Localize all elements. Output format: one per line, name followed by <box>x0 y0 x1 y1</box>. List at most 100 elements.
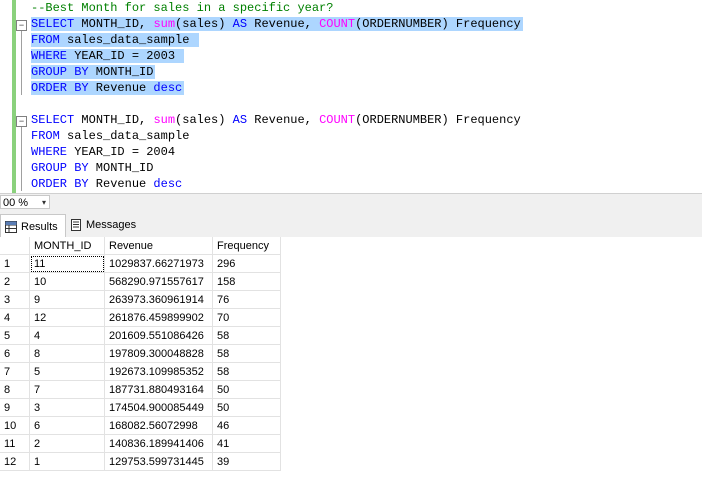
code-token: SELECT <box>31 17 75 31</box>
chevron-down-icon[interactable]: ▾ <box>42 196 46 210</box>
table-cell[interactable]: 46 <box>213 417 281 435</box>
code-token: COUNT <box>319 17 356 31</box>
table-cell[interactable]: 11 <box>30 255 105 273</box>
code-line[interactable]: FROM sales_data_sample <box>31 128 189 144</box>
tab-messages-label: Messages <box>86 219 137 231</box>
row-number[interactable]: 9 <box>0 399 30 417</box>
query-editor[interactable]: --Best Month for sales in a specific yea… <box>0 0 702 193</box>
table-cell[interactable]: 10 <box>30 273 105 291</box>
code-token: Revenue, <box>247 113 320 127</box>
row-number[interactable]: 4 <box>0 309 30 327</box>
table-row[interactable]: 8 7 187731.880493164 50 <box>0 381 281 399</box>
table-cell[interactable]: 2 <box>30 435 105 453</box>
code-line[interactable]: ORDER BY Revenue desc <box>31 176 182 192</box>
code-token: YEAR_ID = 2003 <box>67 49 183 63</box>
table-row[interactable]: 5 4 201609.551086426 58 <box>0 327 281 345</box>
selected-code: SELECT MONTH_ID, sum(sales) AS Revenue, … <box>31 17 523 31</box>
table-cell[interactable]: 39 <box>213 453 281 471</box>
table-cell[interactable]: 192673.109985352 <box>105 363 213 381</box>
code-token: ORDER BY <box>31 177 89 191</box>
row-number[interactable]: 12 <box>0 453 30 471</box>
code-line[interactable]: SELECT MONTH_ID, sum(sales) AS Revenue, … <box>31 16 523 32</box>
code-token: GROUP BY <box>31 65 89 79</box>
code-line[interactable]: SELECT MONTH_ID, sum(sales) AS Revenue, … <box>31 112 521 128</box>
code-line[interactable]: --Best Month for sales in a specific yea… <box>31 0 333 16</box>
code-line[interactable]: GROUP BY MONTH_ID <box>31 64 156 80</box>
table-cell[interactable]: 50 <box>213 381 281 399</box>
table-row[interactable]: 11 2 140836.189941406 41 <box>0 435 281 453</box>
table-cell[interactable]: 296 <box>213 255 281 273</box>
table-cell[interactable]: 263973.360961914 <box>105 291 213 309</box>
table-cell[interactable]: 41 <box>213 435 281 453</box>
tab-messages[interactable]: Messages <box>66 214 143 236</box>
table-cell[interactable]: 8 <box>30 345 105 363</box>
table-cell[interactable]: 568290.971557617 <box>105 273 213 291</box>
selected-code: WHERE YEAR_ID = 2003 <box>31 49 185 63</box>
row-number[interactable]: 7 <box>0 363 30 381</box>
column-header[interactable]: Revenue <box>105 237 213 255</box>
table-row[interactable]: 4 12 261876.459899902 70 <box>0 309 281 327</box>
code-line[interactable]: WHERE YEAR_ID = 2003 <box>31 48 185 64</box>
grid-header: MONTH_ID Revenue Frequency <box>0 237 281 255</box>
table-row[interactable]: 12 1 129753.599731445 39 <box>0 453 281 471</box>
code-token: GROUP BY <box>31 161 89 175</box>
code-token: YEAR_ID = 2004 <box>67 145 176 159</box>
table-cell[interactable]: 9 <box>30 291 105 309</box>
table-row[interactable]: 6 8 197809.300048828 58 <box>0 345 281 363</box>
column-header[interactable]: Frequency <box>213 237 281 255</box>
table-cell[interactable]: 58 <box>213 363 281 381</box>
horizontal-scrollbar[interactable] <box>56 198 696 207</box>
table-cell[interactable]: 1 <box>30 453 105 471</box>
zoom-value: 00 % <box>3 197 29 209</box>
table-row[interactable]: 3 9 263973.360961914 76 <box>0 291 281 309</box>
table-cell[interactable]: 4 <box>30 327 105 345</box>
code-token: MONTH_ID, <box>74 17 154 31</box>
table-row[interactable]: 9 3 174504.900085449 50 <box>0 399 281 417</box>
table-cell[interactable]: 174504.900085449 <box>105 399 213 417</box>
table-row[interactable]: 10 6 168082.56072998 46 <box>0 417 281 435</box>
table-cell[interactable]: 140836.189941406 <box>105 435 213 453</box>
table-cell[interactable]: 168082.56072998 <box>105 417 213 435</box>
code-line[interactable]: ORDER BY Revenue desc <box>31 80 185 96</box>
code-line[interactable]: FROM sales_data_sample <box>31 32 199 48</box>
column-header[interactable]: MONTH_ID <box>30 237 105 255</box>
row-number[interactable]: 10 <box>0 417 30 435</box>
zoom-dropdown[interactable]: 00 % ▾ <box>0 195 50 209</box>
table-cell[interactable]: 58 <box>213 327 281 345</box>
table-cell[interactable]: 7 <box>30 381 105 399</box>
table-cell[interactable]: 58 <box>213 345 281 363</box>
table-cell[interactable]: 70 <box>213 309 281 327</box>
tab-results[interactable]: Results <box>0 214 66 238</box>
table-cell[interactable]: 197809.300048828 <box>105 345 213 363</box>
code-line[interactable]: WHERE YEAR_ID = 2004 <box>31 144 175 160</box>
collapse-guide <box>21 127 22 191</box>
table-row[interactable]: 7 5 192673.109985352 58 <box>0 363 281 381</box>
table-cell[interactable]: 1029837.66271973 <box>105 255 213 273</box>
table-cell[interactable]: 261876.459899902 <box>105 309 213 327</box>
results-grid[interactable]: MONTH_ID Revenue Frequency 1 11 1029837.66… <box>0 237 702 490</box>
row-number[interactable]: 5 <box>0 327 30 345</box>
row-number[interactable]: 1 <box>0 255 30 273</box>
code-line[interactable]: GROUP BY MONTH_ID <box>31 160 153 176</box>
table-cell[interactable]: 76 <box>213 291 281 309</box>
code-text: FROM sales_data_sample <box>31 129 189 143</box>
row-number[interactable]: 2 <box>0 273 30 291</box>
table-row[interactable]: 2 10 568290.971557617 158 <box>0 273 281 291</box>
row-number[interactable]: 3 <box>0 291 30 309</box>
row-number[interactable]: 11 <box>0 435 30 453</box>
table-cell[interactable]: 50 <box>213 399 281 417</box>
corner-cell[interactable] <box>0 237 30 255</box>
table-cell[interactable]: 12 <box>30 309 105 327</box>
table-row[interactable]: 1 11 1029837.66271973 296 <box>0 255 281 273</box>
table-cell[interactable]: 158 <box>213 273 281 291</box>
table-cell[interactable]: 129753.599731445 <box>105 453 213 471</box>
table-cell[interactable]: 6 <box>30 417 105 435</box>
collapse-toggle-icon[interactable]: − <box>16 20 27 31</box>
table-cell[interactable]: 187731.880493164 <box>105 381 213 399</box>
row-number[interactable]: 8 <box>0 381 30 399</box>
table-cell[interactable]: 5 <box>30 363 105 381</box>
row-number[interactable]: 6 <box>0 345 30 363</box>
collapse-toggle-icon[interactable]: − <box>16 116 27 127</box>
table-cell[interactable]: 201609.551086426 <box>105 327 213 345</box>
table-cell[interactable]: 3 <box>30 399 105 417</box>
